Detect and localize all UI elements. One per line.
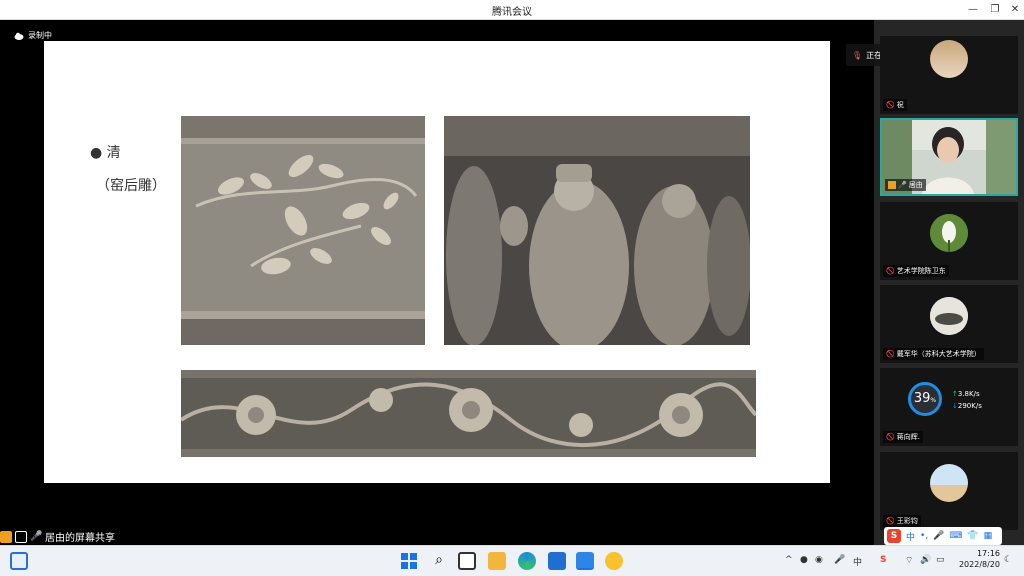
microphone-icon: 🎤 [898, 181, 907, 189]
clock-time: 17:16 [976, 549, 1000, 558]
slide-bullet: ● 清 [90, 145, 121, 161]
participant-tile[interactable]: 🚫 艺术学院陈卫东 [880, 202, 1018, 280]
wifi-icon[interactable]: ⌔ [905, 555, 913, 566]
clock-date: 2022/8/20 [958, 560, 1000, 569]
slide-image-figure-relief [444, 116, 750, 345]
leaf-carving-image [181, 116, 425, 345]
recording-label: 录制中 [28, 31, 52, 40]
muted-mic-icon: 🚫 [886, 101, 895, 109]
search-icon[interactable]: ⌕ [430, 552, 448, 570]
microphone-icon: 🎤 [30, 530, 43, 542]
ime-mic-icon[interactable]: 🎤 [933, 531, 944, 541]
participant-name: 🚫 艺术学院陈卫东 [883, 265, 949, 277]
file-explorer-icon[interactable] [488, 552, 506, 570]
widgets-icon[interactable] [10, 552, 28, 570]
tray-lang[interactable]: 中 [853, 555, 862, 568]
presentation-slide: ● 清 （窑后雕） [44, 41, 830, 483]
tray-ime-icon[interactable]: S [880, 555, 886, 565]
punctuation-icon[interactable]: •, [920, 531, 928, 541]
sogou-ime-icon[interactable]: S [887, 529, 901, 543]
close-icon[interactable]: ✕ [1004, 2, 1024, 18]
windows-logo [401, 553, 417, 569]
screen-share-icon [15, 530, 27, 543]
speaker-icon: 🎙 [852, 50, 863, 60]
host-icon [888, 181, 896, 189]
lotus-frieze-image [181, 370, 756, 457]
slide-image-leaf-carving [181, 116, 425, 345]
task-view-icon[interactable] [458, 552, 476, 570]
avatar [930, 464, 968, 502]
restore-icon[interactable]: ❐ [984, 2, 1006, 18]
screen-share-bar[interactable]: 🎤 居由的屏幕共享 [0, 528, 115, 545]
screen-share-label: 居由的屏幕共享 [45, 533, 115, 544]
muted-mic-icon: 🚫 [886, 433, 895, 441]
keyboard-icon[interactable]: ⌨ [949, 531, 962, 541]
cloud-icon [14, 32, 24, 40]
flower-avatar-icon [930, 214, 968, 252]
title-bar: 腾讯会议 — ❐ ✕ [0, 0, 1024, 20]
participant-tile[interactable]: 🚫 戴军华（苏科大艺术学院） [880, 285, 1018, 363]
user-icon [0, 530, 12, 543]
slide-image-lotus-frieze [181, 370, 756, 457]
mail-icon[interactable] [548, 552, 566, 570]
notification-icon[interactable]: ☾ [1004, 555, 1012, 565]
ime-toolbar[interactable]: S 中 •, 🎤 ⌨ 👕 ▦ [884, 527, 1002, 545]
avatar [930, 214, 968, 252]
participant-tile[interactable]: 39% ↑3.8K/s ↓290K/s 🚫 蒋向辉. [880, 368, 1018, 446]
start-icon[interactable] [400, 552, 418, 570]
upload-speed: ↑3.8K/s [952, 390, 980, 398]
muted-mic-icon: 🚫 [886, 350, 895, 358]
slide-subtitle: （窑后雕） [96, 178, 166, 194]
recording-indicator[interactable]: 录制中 [14, 30, 52, 41]
minimize-icon[interactable]: — [962, 2, 984, 18]
edge-icon[interactable] [518, 552, 536, 570]
participant-name: 🚫 戴军华（苏科大艺术学院） [883, 348, 984, 360]
participant-name: 🚫 王彩钧 [883, 515, 921, 527]
participant-name: 🚫 蒋向辉. [883, 431, 923, 443]
taskbar: ⌕ [0, 545, 1024, 576]
slide-bullet-text: 清 [106, 145, 121, 161]
participant-tile[interactable]: 🚫 王彩钧 [880, 452, 1018, 530]
participant-name: 🚫 祝 [883, 99, 907, 111]
app-icon[interactable] [605, 552, 623, 570]
tray-app2-icon[interactable]: ◉ [815, 555, 823, 565]
battery-icon[interactable]: ▭ [936, 555, 945, 565]
tencent-meeting-icon[interactable] [576, 552, 594, 570]
ime-mode[interactable]: 中 [906, 530, 915, 543]
system-clock[interactable]: 17:16 2022/8/20 [956, 548, 1000, 570]
chevron-up-icon[interactable]: ^ [785, 555, 793, 565]
download-speed: ↓290K/s [952, 402, 982, 410]
avatar [930, 297, 968, 335]
muted-mic-icon: 🚫 [886, 517, 895, 525]
tray-mic-icon[interactable]: 🎤 [834, 555, 845, 565]
avatar [930, 40, 968, 78]
window-title: 腾讯会议 [492, 7, 532, 18]
skin-icon[interactable]: 👕 [967, 531, 978, 541]
muted-mic-icon: 🚫 [886, 267, 895, 275]
avatar-image [930, 297, 968, 335]
figure-relief-image [444, 116, 750, 345]
toolbox-icon[interactable]: ▦ [984, 531, 993, 541]
network-speeds: ↑3.8K/s ↓290K/s [952, 388, 982, 412]
participant-tile-active[interactable]: 🎤 居由 [880, 118, 1018, 196]
participant-name: 🎤 居由 [885, 179, 926, 191]
volume-icon[interactable]: 🔊 [920, 555, 931, 565]
network-gauge: 39% [908, 382, 942, 416]
tray-app-icon[interactable]: ● [800, 555, 808, 565]
participant-tile[interactable]: 🚫 祝 [880, 36, 1018, 114]
